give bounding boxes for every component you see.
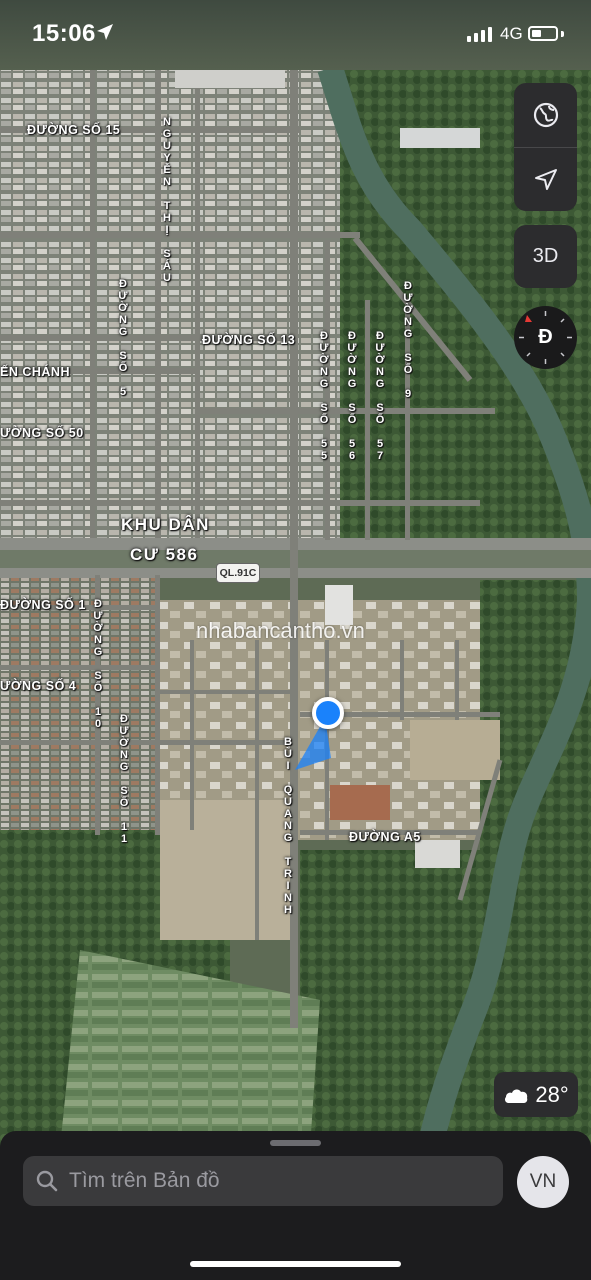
weather-widget[interactable]: 28° [494, 1072, 578, 1117]
sheet-grabber[interactable] [270, 1140, 321, 1146]
label-duong-so-5: ĐƯỜNG SỐ 5 [117, 278, 129, 398]
locate-me-button[interactable] [514, 148, 577, 211]
map-controls [514, 83, 577, 211]
label-en-chanh: ẾN CHÁNH [0, 365, 70, 379]
label-nguyen-thi-sau: NGUYỄN THỊ SÁU [161, 116, 173, 284]
compass-button[interactable]: Đ [514, 306, 577, 369]
label-duong-so-1: ĐƯỜNG SỐ 1 [0, 598, 86, 612]
three-d-button[interactable]: 3D [514, 225, 577, 288]
label-bui-quang-trinh: BÙI QUANG TRINH [282, 736, 294, 916]
bottom-sheet: VN [0, 1131, 591, 1280]
current-location-dot[interactable] [312, 697, 344, 729]
status-time: 15:06 [32, 20, 96, 47]
avatar[interactable]: VN [517, 1156, 569, 1208]
map-mode-button[interactable] [514, 83, 577, 146]
label-duong-so-11: ĐƯỜNG SỐ 11 [118, 713, 130, 845]
label-khu-dan-cu-line2: CƯ 586 [130, 545, 199, 564]
battery-cap [561, 31, 564, 37]
label-duong-so-57: ĐƯỜNG SỐ 57 [374, 330, 386, 462]
globe-icon [533, 102, 558, 127]
cellular-signal-icon [467, 27, 492, 42]
home-indicator [190, 1261, 401, 1267]
search-bar[interactable] [23, 1156, 503, 1206]
satellite-map[interactable]: ĐƯỜNG SỐ 15 NGUYỄN THỊ SÁU ĐƯỜNG SỐ 5 ĐƯ… [0, 68, 591, 1148]
label-duong-so-55: ĐƯỜNG SỐ 55 [318, 330, 330, 462]
weather-temperature: 28° [535, 1081, 569, 1107]
label-khu-dan-cu-line1: KHU DÂN [121, 515, 210, 534]
label-duong-so-50: ƯỜNG SỐ 50 [0, 426, 84, 440]
location-arrow-icon [97, 24, 113, 40]
cloud-icon [505, 1088, 528, 1103]
label-duong-so-15: ĐƯỜNG SỐ 15 [27, 123, 121, 137]
map-imagery [0, 68, 591, 1148]
compass-direction: Đ [538, 326, 553, 348]
watermark: nhabancantho.vn [196, 618, 365, 643]
search-icon [35, 1169, 59, 1193]
label-duong-so-4: ƯỜNG SỐ 4 [0, 679, 77, 693]
status-bar: 15:06 4G [0, 0, 591, 70]
label-duong-a5: ĐƯỜNG A5 [349, 830, 421, 844]
network-type: 4G [500, 24, 523, 43]
label-duong-so-13: ĐƯỜNG SỐ 13 [202, 333, 296, 347]
label-duong-so-10: ĐƯỜNG SỐ 10 [92, 598, 104, 730]
label-duong-so-9: ĐƯỜNG SỐ 9 [402, 280, 414, 400]
location-arrow-icon [534, 168, 557, 190]
label-duong-so-56: ĐƯỜNG SỐ 56 [346, 330, 358, 462]
battery-icon [528, 26, 558, 41]
search-input[interactable] [69, 1169, 469, 1193]
highway-shield: QL.91C [216, 563, 260, 583]
